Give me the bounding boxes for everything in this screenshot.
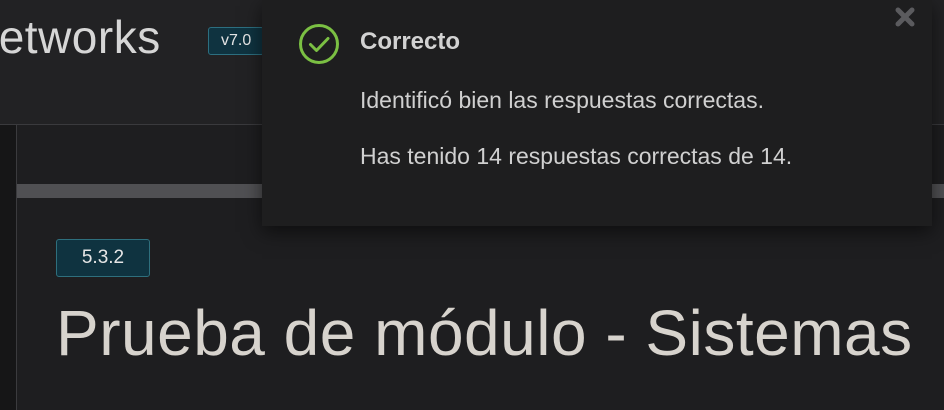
toast-score: Has tenido 14 respuestas correctas de 14…: [360, 143, 793, 169]
app-window: letworks v7.0 5.3.2 Prueba de módulo - S…: [0, 0, 944, 410]
toast-title: Correcto: [360, 28, 461, 55]
left-rail: [0, 125, 17, 410]
feedback-toast: Correcto Identificó bien las respuestas …: [262, 0, 932, 226]
check-circle-icon: [298, 23, 340, 65]
progress-track-end: [932, 184, 944, 198]
page-title: Prueba de módulo - Sistemas: [56, 297, 913, 369]
module-number-badge: 5.3.2: [56, 239, 150, 277]
brand-title: letworks: [0, 11, 161, 63]
toast-message: Identificó bien las respuestas correctas…: [360, 87, 764, 113]
version-badge: v7.0: [208, 27, 265, 55]
close-icon[interactable]: [892, 4, 918, 30]
